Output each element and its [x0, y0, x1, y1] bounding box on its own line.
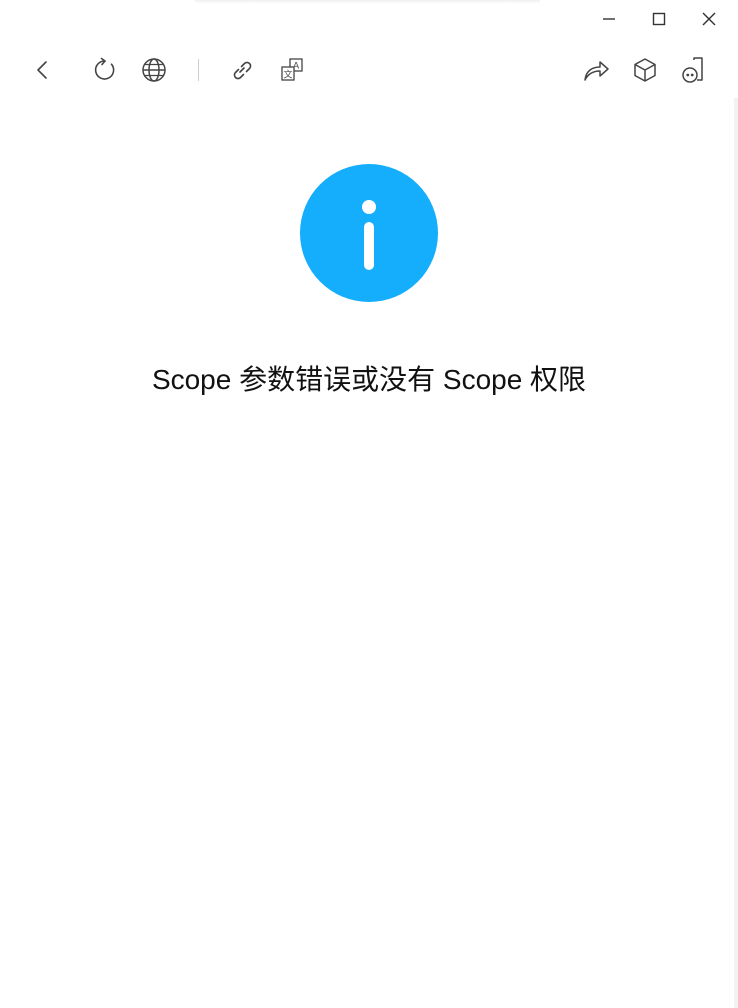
info-icon-bar: [364, 222, 374, 270]
info-icon-dot: [362, 200, 376, 214]
open-in-browser-button[interactable]: [134, 46, 174, 94]
refresh-button[interactable]: [85, 46, 125, 94]
translate-icon: A 文: [281, 58, 303, 81]
window-controls: [584, 5, 734, 33]
minimize-icon: [603, 18, 615, 20]
page-content: Scope 参数错误或没有 Scope 权限: [0, 98, 734, 1008]
link-icon: [233, 61, 252, 80]
minimize-button[interactable]: [584, 5, 634, 33]
scrollbar-track[interactable]: [734, 98, 738, 1008]
open-3d-button[interactable]: [625, 46, 665, 94]
back-button[interactable]: [23, 46, 63, 94]
back-icon: [37, 61, 47, 79]
svg-text:文: 文: [284, 69, 293, 81]
toolbar-divider: [198, 59, 199, 81]
app-window: A 文 Scope 参数错误或没有 Scope 权限: [0, 0, 738, 1008]
close-button[interactable]: [684, 5, 734, 33]
browser-toolbar: A 文: [0, 46, 738, 94]
cube-icon: [634, 58, 656, 82]
mini-program-icon: [682, 57, 703, 83]
refresh-icon: [94, 57, 115, 80]
info-icon: [300, 164, 438, 302]
title-shadow: [195, 0, 540, 4]
share-icon: [584, 61, 609, 81]
close-icon: [702, 12, 716, 26]
globe-icon: [142, 58, 166, 82]
error-message: Scope 参数错误或没有 Scope 权限: [151, 364, 587, 395]
mini-program-button[interactable]: [674, 46, 714, 94]
maximize-icon: [652, 12, 666, 26]
copy-link-button[interactable]: [222, 46, 262, 94]
maximize-button[interactable]: [634, 5, 684, 33]
translate-button[interactable]: A 文: [272, 46, 312, 94]
share-button[interactable]: [576, 46, 616, 94]
